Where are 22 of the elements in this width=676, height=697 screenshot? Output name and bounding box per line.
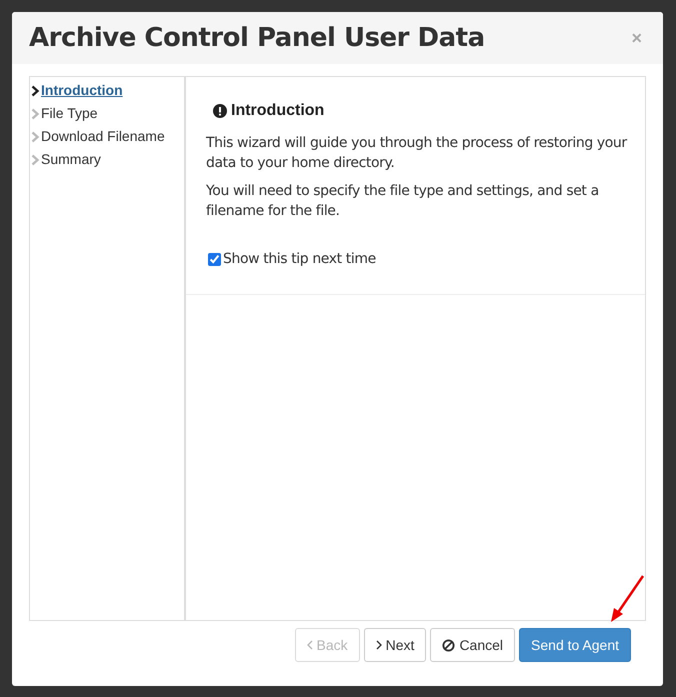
step-link[interactable]: File Type [41, 103, 98, 124]
chevron-icon [31, 108, 40, 120]
step-link[interactable]: Summary [41, 149, 101, 170]
chevron-left-icon [306, 640, 313, 650]
chevron-icon [31, 130, 40, 142]
chevron-icon [31, 84, 40, 96]
step-link[interactable]: Introduction [41, 80, 123, 101]
section-heading: Introduction [231, 101, 324, 121]
pointer-arrow [609, 574, 645, 624]
step-link[interactable]: Download Filename [41, 126, 165, 147]
chevron-right-icon [376, 640, 382, 650]
tip-checkbox[interactable] [208, 253, 221, 266]
dialog-title: Archive Control Panel User Data [29, 22, 485, 54]
checkbox-label: Show this tip next time [223, 250, 376, 269]
wizard-button[interactable]: Next [364, 628, 426, 662]
wizard-button[interactable]: Send to Agent [519, 628, 631, 662]
paragraph: This wizard will guide you through the process of restoring your data to your home directory. [206, 134, 628, 173]
wizard-button[interactable]: Cancel [430, 628, 516, 662]
exclamation-circle-icon [213, 104, 227, 118]
chevron-icon [31, 154, 40, 166]
paragraph: You will need to specify the file type and settings, and set a filename for the file. [206, 182, 600, 221]
ban-icon [442, 638, 456, 652]
